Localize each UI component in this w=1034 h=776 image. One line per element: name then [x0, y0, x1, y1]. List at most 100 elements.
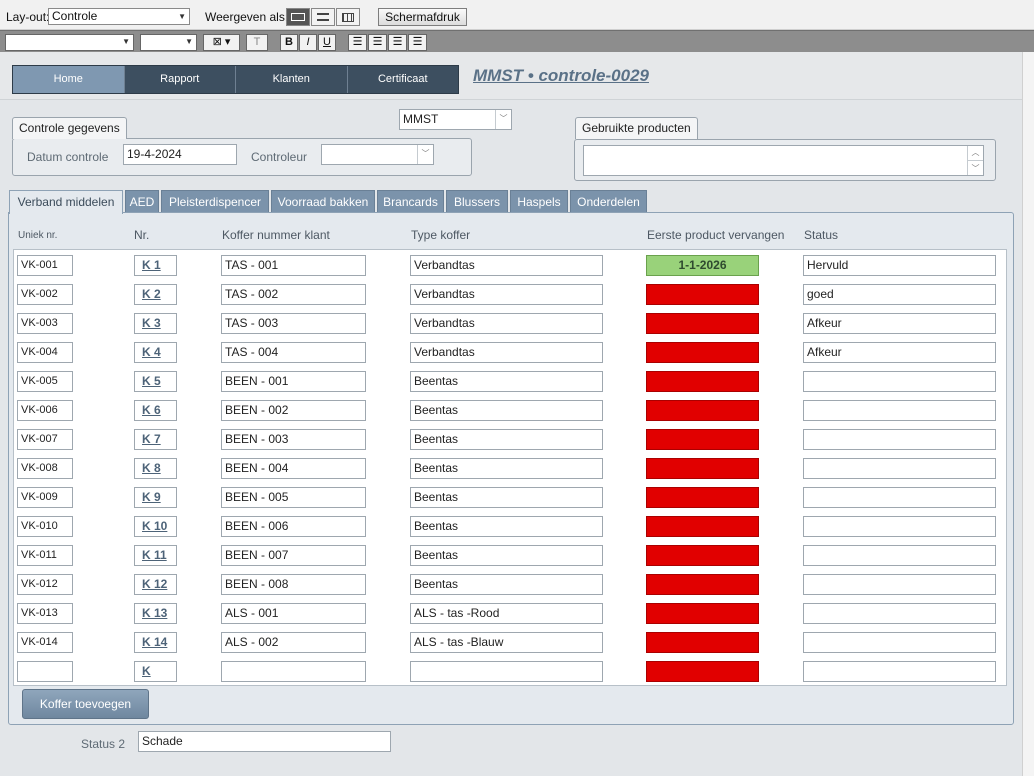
text-style-button[interactable]: T [246, 34, 268, 51]
status-field[interactable] [803, 632, 996, 653]
tab-brancards[interactable]: Brancards [377, 190, 444, 212]
koffer-nummer-field[interactable]: BEEN - 001 [221, 371, 366, 392]
koffer-link[interactable]: K 13 [134, 603, 177, 624]
type-koffer-field[interactable]: ALS - tas -Rood [410, 603, 603, 624]
koffer-link[interactable]: K 11 [134, 545, 177, 566]
uniek-nr-field[interactable]: VK-004 [17, 342, 73, 363]
color-picker-button[interactable]: ⊠ ▾ [203, 34, 240, 51]
products-field[interactable] [583, 145, 984, 176]
type-koffer-field[interactable]: Beentas [410, 574, 603, 595]
status-field[interactable] [803, 371, 996, 392]
koffer-nummer-field[interactable]: BEEN - 002 [221, 400, 366, 421]
koffer-link[interactable]: K 10 [134, 516, 177, 537]
uniek-nr-field[interactable]: VK-001 [17, 255, 73, 276]
status-field[interactable] [803, 603, 996, 624]
nav-rapport[interactable]: Rapport [125, 66, 236, 93]
eerste-product-date[interactable] [646, 545, 759, 566]
status-field[interactable] [803, 487, 996, 508]
add-koffer-button[interactable]: Koffer toevoegen [22, 689, 149, 719]
align-right-button[interactable]: ☰ [388, 34, 407, 51]
status-field[interactable] [803, 545, 996, 566]
type-koffer-field[interactable]: Verbandtas [410, 255, 603, 276]
koffer-nummer-field[interactable] [221, 661, 366, 682]
status-field[interactable] [803, 661, 996, 682]
eerste-product-date[interactable] [646, 603, 759, 624]
uniek-nr-field[interactable]: VK-006 [17, 400, 73, 421]
koffer-nummer-field[interactable]: BEEN - 007 [221, 545, 366, 566]
uniek-nr-field[interactable]: VK-002 [17, 284, 73, 305]
uniek-nr-field[interactable]: VK-010 [17, 516, 73, 537]
type-koffer-field[interactable]: Beentas [410, 458, 603, 479]
koffer-link[interactable]: K [134, 661, 177, 682]
uniek-nr-field[interactable]: VK-013 [17, 603, 73, 624]
status-field[interactable]: Afkeur [803, 313, 996, 334]
view-form-button[interactable] [286, 8, 310, 26]
status-field[interactable] [803, 429, 996, 450]
status-field[interactable]: goed [803, 284, 996, 305]
tab-onderdelen[interactable]: Onderdelen [570, 190, 647, 212]
status-field[interactable]: Hervuld [803, 255, 996, 276]
view-list-button[interactable] [311, 8, 335, 26]
koffer-link[interactable]: K 12 [134, 574, 177, 595]
align-center-button[interactable]: ☰ [368, 34, 387, 51]
bold-button[interactable]: B [280, 34, 298, 51]
eerste-product-date[interactable] [646, 342, 759, 363]
eerste-product-date[interactable] [646, 284, 759, 305]
koffer-nummer-field[interactable]: ALS - 002 [221, 632, 366, 653]
uniek-nr-field[interactable]: VK-011 [17, 545, 73, 566]
eerste-product-date[interactable] [646, 313, 759, 334]
eerste-product-date[interactable] [646, 400, 759, 421]
type-koffer-field[interactable] [410, 661, 603, 682]
koffer-link[interactable]: K 4 [134, 342, 177, 363]
font-select[interactable]: ▼ [5, 34, 134, 51]
nav-certificaat[interactable]: Certificaat [348, 66, 459, 93]
type-koffer-field[interactable]: Beentas [410, 400, 603, 421]
koffer-nummer-field[interactable]: TAS - 001 [221, 255, 366, 276]
nav-klanten[interactable]: Klanten [236, 66, 348, 93]
status-field[interactable] [803, 400, 996, 421]
type-koffer-field[interactable]: Beentas [410, 429, 603, 450]
koffer-nummer-field[interactable]: BEEN - 005 [221, 487, 366, 508]
type-koffer-field[interactable]: Verbandtas [410, 342, 603, 363]
koffer-nummer-field[interactable]: ALS - 001 [221, 603, 366, 624]
status-field[interactable]: Afkeur [803, 342, 996, 363]
koffer-nummer-field[interactable]: TAS - 003 [221, 313, 366, 334]
tab-verband-middelen[interactable]: Verband middelen [9, 190, 123, 214]
eerste-product-date[interactable] [646, 429, 759, 450]
uniek-nr-field[interactable]: VK-007 [17, 429, 73, 450]
layout-select[interactable]: Controle ▼ [48, 8, 190, 25]
koffer-nummer-field[interactable]: BEEN - 006 [221, 516, 366, 537]
uniek-nr-field[interactable] [17, 661, 73, 682]
type-koffer-field[interactable]: Verbandtas [410, 284, 603, 305]
status-field[interactable] [803, 574, 996, 595]
type-koffer-field[interactable]: ALS - tas -Blauw [410, 632, 603, 653]
eerste-product-date[interactable]: 1-1-2026 [646, 255, 759, 276]
type-koffer-field[interactable]: Beentas [410, 545, 603, 566]
status2-field[interactable]: Schade [138, 731, 391, 752]
koffer-nummer-field[interactable]: BEEN - 004 [221, 458, 366, 479]
eerste-product-date[interactable] [646, 516, 759, 537]
uniek-nr-field[interactable]: VK-003 [17, 313, 73, 334]
scroll-up-icon[interactable]: ︿ [967, 146, 983, 160]
koffer-nummer-field[interactable]: BEEN - 003 [221, 429, 366, 450]
koffer-link[interactable]: K 6 [134, 400, 177, 421]
koffer-link[interactable]: K 9 [134, 487, 177, 508]
tab-aed[interactable]: AED [125, 190, 159, 212]
koffer-link[interactable]: K 14 [134, 632, 177, 653]
eerste-product-date[interactable] [646, 632, 759, 653]
koffer-link[interactable]: K 3 [134, 313, 177, 334]
koffer-nummer-field[interactable]: BEEN - 008 [221, 574, 366, 595]
align-left-button[interactable]: ☰ [348, 34, 367, 51]
align-justify-button[interactable]: ☰ [408, 34, 427, 51]
type-koffer-field[interactable]: Verbandtas [410, 313, 603, 334]
koffer-nummer-field[interactable]: TAS - 004 [221, 342, 366, 363]
status-field[interactable] [803, 516, 996, 537]
type-koffer-field[interactable]: Beentas [410, 516, 603, 537]
font-size-select[interactable]: ▼ [140, 34, 197, 51]
italic-button[interactable]: I [299, 34, 317, 51]
eerste-product-date[interactable] [646, 371, 759, 392]
uniek-nr-field[interactable]: VK-008 [17, 458, 73, 479]
eerste-product-date[interactable] [646, 458, 759, 479]
uniek-nr-field[interactable]: VK-005 [17, 371, 73, 392]
scroll-down-icon[interactable]: ﹀ [967, 160, 983, 175]
